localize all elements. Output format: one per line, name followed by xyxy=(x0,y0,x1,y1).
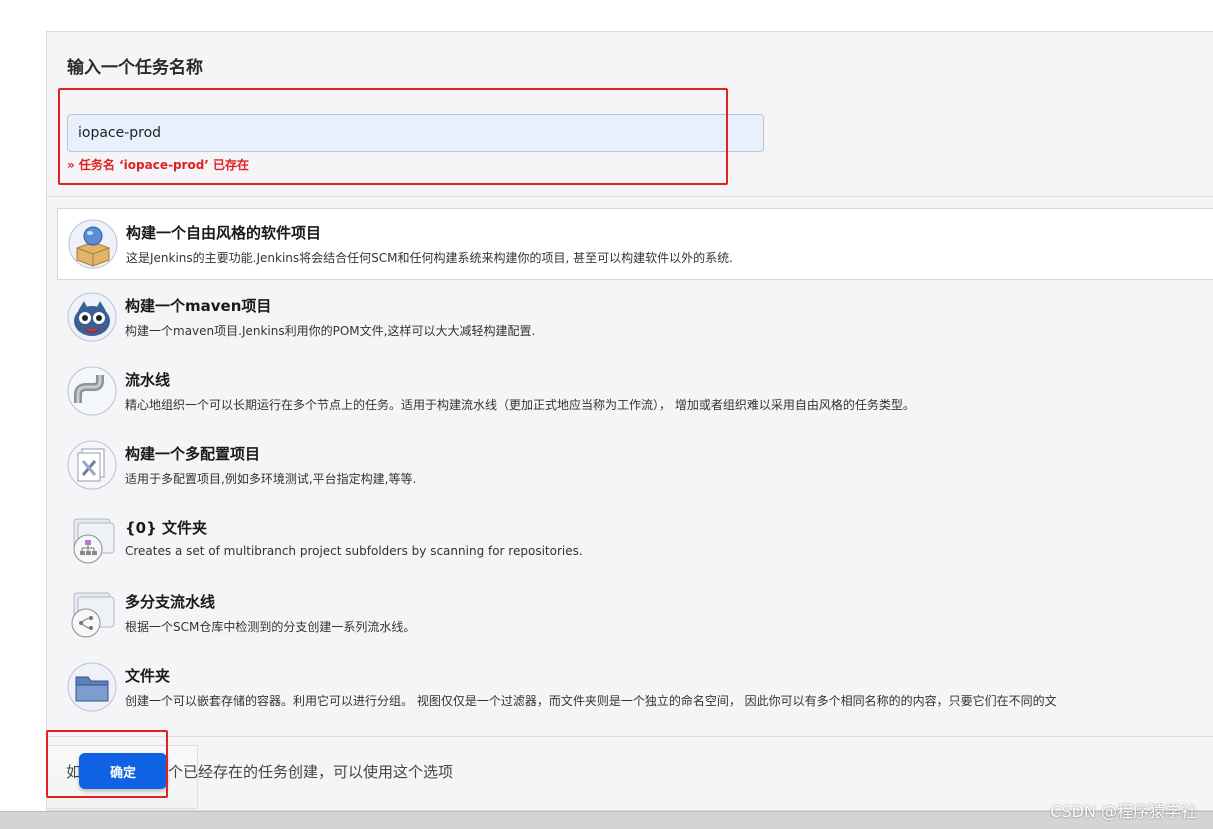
folder-icon xyxy=(66,661,118,713)
job-type-multi-config[interactable]: 构建一个多配置项目 适用于多配置项目,例如多环境测试,平台指定构建,等等. xyxy=(57,430,1213,502)
freestyle-project-icon xyxy=(67,218,119,270)
maven-project-icon xyxy=(66,291,118,343)
job-type-title: 文件夹 xyxy=(125,667,171,685)
job-type-description: 精心地组织一个可以长期运行在多个节点上的任务。适用于构建流水线（更加正式地应当称… xyxy=(125,398,915,412)
job-type-title: 构建一个多配置项目 xyxy=(125,445,261,463)
job-type-folder[interactable]: 文件夹 创建一个可以嵌套存储的容器。利用它可以进行分组。 视图仅仅是一个过滤器，… xyxy=(57,652,1213,724)
copy-from-text: 一个已经存在的任务创建，可以使用这个选项 xyxy=(153,763,454,781)
job-type-description: 适用于多配置项目,例如多环境测试,平台指定构建,等等. xyxy=(125,472,417,486)
job-type-title: {0} 文件夹 xyxy=(125,519,208,537)
multibranch-pipeline-icon xyxy=(66,587,118,639)
job-type-description: Creates a set of multibranch project sub… xyxy=(125,544,583,558)
multi-config-project-icon xyxy=(66,439,118,491)
page-title: 输入一个任务名称 xyxy=(67,58,203,78)
pipeline-icon xyxy=(66,365,118,417)
job-type-description: 这是Jenkins的主要功能.Jenkins将会结合任何SCM和任何构建系统来构… xyxy=(126,251,733,265)
watermark: CSDN @程序猿学社 xyxy=(1050,802,1197,821)
job-type-description: 创建一个可以嵌套存储的容器。利用它可以进行分组。 视图仅仅是一个过滤器，而文件夹… xyxy=(125,694,1057,708)
organization-folder-icon xyxy=(66,513,118,565)
name-exists-error: » 任务名 ‘iopace-prod’ 已存在 xyxy=(67,158,250,172)
job-type-organization-folder[interactable]: {0} 文件夹 Creates a set of multibranch pro… xyxy=(57,504,1213,576)
ok-button[interactable]: 确定 xyxy=(79,753,167,789)
job-type-title: 流水线 xyxy=(125,371,171,389)
job-type-maven[interactable]: 构建一个maven项目 构建一个maven项目.Jenkins利用你的POM文件… xyxy=(57,282,1213,354)
job-type-description: 构建一个maven项目.Jenkins利用你的POM文件,这样可以大大减轻构建配… xyxy=(125,324,536,338)
copy-from-section: 如 一个已经存在的任务创建，可以使用这个选项 xyxy=(46,736,1213,809)
job-type-multibranch-pipeline[interactable]: 多分支流水线 根据一个SCM仓库中检测到的分支创建一系列流水线。 xyxy=(57,578,1213,650)
item-name-input[interactable] xyxy=(67,114,764,152)
job-type-description: 根据一个SCM仓库中检测到的分支创建一系列流水线。 xyxy=(125,620,416,634)
job-type-title: 构建一个maven项目 xyxy=(125,297,272,315)
job-type-freestyle[interactable]: 构建一个自由风格的软件项目 这是Jenkins的主要功能.Jenkins将会结合… xyxy=(57,208,1213,280)
section-divider xyxy=(46,196,1213,197)
job-type-title: 多分支流水线 xyxy=(125,593,216,611)
bottom-bar xyxy=(0,811,1213,829)
job-type-title: 构建一个自由风格的软件项目 xyxy=(126,224,322,242)
job-type-pipeline[interactable]: 流水线 精心地组织一个可以长期运行在多个节点上的任务。适用于构建流水线（更加正式… xyxy=(57,356,1213,428)
